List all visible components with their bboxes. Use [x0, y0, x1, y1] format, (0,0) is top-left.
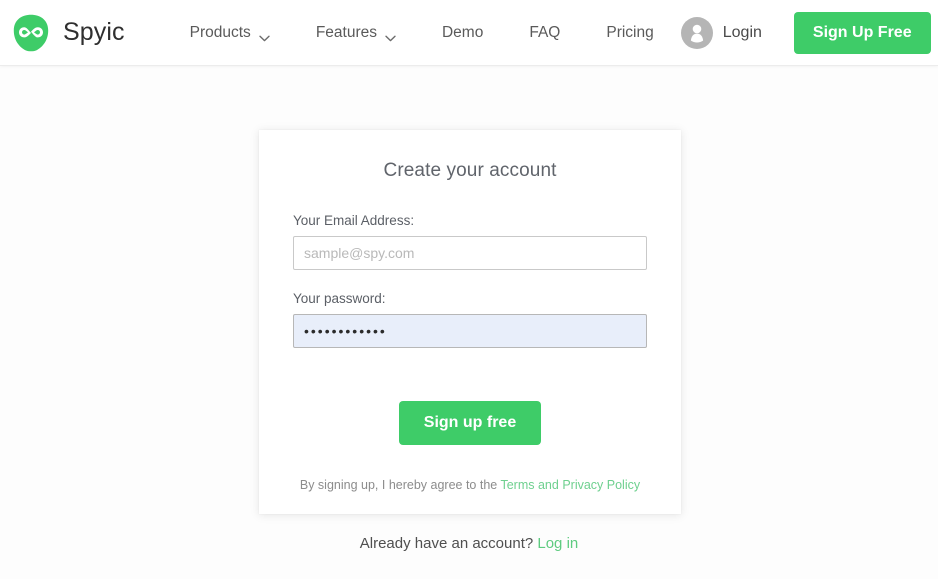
chevron-down-icon	[259, 29, 270, 42]
password-field-label: Your password:	[293, 291, 386, 306]
nav-item-demo[interactable]: Demo	[419, 16, 506, 50]
nav-item-label: Pricing	[606, 23, 654, 41]
email-field-group: Your Email Address:	[293, 213, 647, 270]
email-field-label: Your Email Address:	[293, 213, 415, 228]
existing-account-row: Already have an account? Log in	[0, 535, 938, 552]
nav-item-label: Demo	[441, 23, 484, 41]
terms-notice: By signing up, I hereby agree to the Ter…	[293, 478, 647, 492]
existing-account-text: Already have an account?	[359, 535, 534, 552]
signup-free-button[interactable]: Sign Up Free	[793, 11, 931, 54]
submit-row: Sign up free	[293, 401, 647, 445]
brand-logo-link[interactable]: Spyic	[12, 14, 125, 52]
nav-item-faq[interactable]: FAQ	[506, 16, 583, 50]
nav-item-label: Products	[189, 23, 251, 41]
page-body: Create your account Your Email Address: …	[0, 66, 938, 579]
nav-item-label: Features	[315, 23, 377, 41]
infinity-logo-icon	[12, 14, 50, 52]
password-input[interactable]	[293, 314, 647, 348]
main-navigation: Products Features Demo FAQ Pricing	[167, 16, 677, 50]
page-title: Create your account	[383, 160, 557, 181]
nav-item-products[interactable]: Products	[167, 16, 293, 50]
nav-item-features[interactable]: Features	[293, 16, 419, 50]
email-input[interactable]	[293, 236, 647, 270]
nav-item-pricing[interactable]: Pricing	[583, 16, 676, 50]
header-actions: Login Sign Up Free	[677, 11, 931, 55]
nav-item-label: FAQ	[529, 23, 561, 41]
terms-privacy-policy-link[interactable]: Terms and Privacy Policy	[500, 478, 640, 492]
brand-name: Spyic	[63, 18, 125, 46]
signup-card: Create your account Your Email Address: …	[259, 130, 681, 514]
login-label: Login	[722, 23, 762, 41]
terms-text: By signing up, I hereby agree to the	[299, 478, 498, 492]
log-in-link[interactable]: Log in	[537, 535, 578, 552]
login-link[interactable]: Login	[677, 11, 766, 55]
password-field-group: Your password:	[293, 291, 647, 348]
user-avatar-icon	[680, 16, 713, 49]
site-header: Spyic Products Features Demo FAQ Pricing…	[0, 0, 938, 66]
sign-up-free-submit-button[interactable]: Sign up free	[398, 401, 542, 445]
chevron-down-icon	[385, 29, 396, 42]
